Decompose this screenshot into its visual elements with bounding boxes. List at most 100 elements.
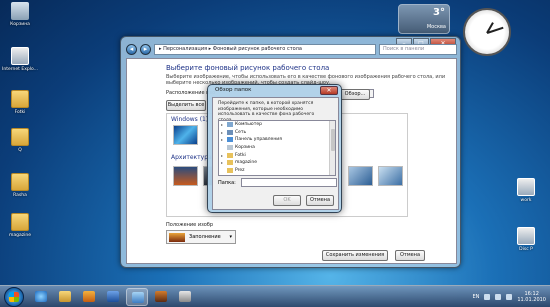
tree-item-label: Fotki	[235, 152, 246, 158]
weather-city: Москва	[426, 24, 446, 30]
position-value: Заполнение	[189, 234, 221, 240]
recycle-bin-icon	[227, 145, 233, 151]
tray-volume-icon[interactable]	[495, 294, 502, 300]
desktop-icon-fotki[interactable]: Fotki	[0, 90, 40, 115]
tree-item-magazine[interactable]: ▸ magazine	[219, 159, 335, 167]
weather-temperature: 3°	[433, 7, 445, 18]
dialog-ok-button[interactable]: OK	[273, 195, 301, 206]
word-icon	[107, 291, 119, 302]
media-player-icon	[83, 291, 95, 302]
back-button[interactable]: ◂	[126, 43, 137, 55]
forward-button[interactable]: ▸	[140, 43, 151, 55]
scrollbar-thumb[interactable]	[331, 129, 335, 151]
desktop-icon-recycle-bin[interactable]: Корзина	[0, 2, 40, 27]
recycle-bin-icon	[11, 2, 29, 20]
tree-item-fotki[interactable]: ▸ Fotki	[219, 151, 335, 159]
app-icon	[179, 291, 191, 302]
tray-flag-icon[interactable]	[506, 294, 513, 300]
desktop-icon-label: Disc P	[519, 247, 533, 252]
tree-item-computer[interactable]: ▸ Компьютер	[219, 121, 335, 129]
taskbar-control-panel[interactable]	[126, 288, 148, 306]
expand-arrow-icon: ▸	[221, 129, 224, 135]
dialog-title: Обзор папок	[215, 87, 252, 93]
wallpaper-thumb[interactable]	[173, 125, 198, 145]
tray-network-icon[interactable]	[484, 294, 491, 300]
folder-tree: ▸ Компьютер ▸ Сеть ▸ Панель управления К…	[218, 120, 336, 176]
folder-icon	[11, 213, 29, 231]
desktop-icon-label: Q	[18, 148, 22, 153]
shortcut-icon	[517, 227, 535, 245]
desktop-icon-internet-explorer[interactable]: Internet Explo...	[0, 47, 40, 72]
photos-icon	[155, 291, 167, 302]
address-bar[interactable]: ▸ Персонализация ▸ Фоновый рисунок рабоч…	[154, 43, 376, 55]
folder-input[interactable]	[241, 178, 337, 187]
folder-icon	[59, 291, 71, 302]
weather-gadget[interactable]: 3° Москва	[398, 4, 450, 34]
folder-icon	[11, 90, 29, 108]
group-architecture[interactable]: Архитектура	[171, 154, 212, 161]
windows-logo-icon	[9, 292, 19, 302]
taskbar-ie[interactable]	[30, 288, 52, 306]
folder-icon	[11, 128, 29, 146]
desktop-icon-work[interactable]: work	[506, 178, 546, 203]
language-indicator[interactable]: EN	[472, 294, 479, 300]
start-button[interactable]	[4, 287, 24, 307]
desktop-icon-label: Internet Explo...	[2, 67, 38, 72]
computer-icon	[227, 122, 233, 128]
taskbar: EN 16:12 11.01.2010	[0, 285, 550, 307]
navigation-bar: ◂ ▸ ▸ Персонализация ▸ Фоновый рисунок р…	[126, 42, 457, 56]
desktop-icon-q[interactable]: Q	[0, 128, 40, 153]
group-windows[interactable]: Windows (1)	[171, 116, 208, 123]
taskbar-photos[interactable]	[150, 288, 172, 306]
browse-button[interactable]: Обзор...	[340, 89, 370, 100]
tree-item-prez[interactable]: Prez	[219, 167, 335, 175]
tree-item-label: Панель управления	[235, 137, 282, 143]
tree-item-label: Компьютер	[235, 122, 262, 128]
position-label: Положение изобр	[166, 222, 214, 228]
tray-date: 11.01.2010	[517, 297, 546, 303]
desktop-icon-rasha[interactable]: Rasha	[0, 173, 40, 198]
desktop-icon-magazine[interactable]: magazine	[0, 213, 40, 238]
browse-folder-dialog: Обзор папок ✕ Перейдите к папке, в котор…	[207, 84, 342, 213]
position-select[interactable]: Заполнение ▾	[166, 230, 236, 244]
tree-item-recycle-bin[interactable]: Корзина	[219, 144, 335, 152]
desktop-icon-label: magazine	[9, 233, 31, 238]
shortcut-icon	[11, 47, 29, 65]
dialog-close-button[interactable]: ✕	[320, 86, 338, 95]
taskbar-media[interactable]	[78, 288, 100, 306]
taskbar-word[interactable]	[102, 288, 124, 306]
tree-item-label: magazine	[235, 160, 257, 166]
taskbar-explorer[interactable]	[54, 288, 76, 306]
expand-arrow-icon: ▸	[221, 152, 224, 158]
expand-arrow-icon: ▸	[221, 122, 224, 128]
network-icon	[227, 129, 233, 135]
system-tray: EN 16:12 11.01.2010	[472, 289, 546, 305]
search-input[interactable]: Поиск в панели	[379, 43, 457, 55]
tray-clock[interactable]: 16:12 11.01.2010	[517, 291, 546, 303]
taskbar-app[interactable]	[174, 288, 196, 306]
tree-scrollbar[interactable]	[329, 121, 335, 175]
tree-item-network[interactable]: ▸ Сеть	[219, 129, 335, 137]
position-preview-icon	[169, 233, 185, 242]
folder-icon	[11, 173, 29, 191]
control-panel-icon	[227, 137, 233, 143]
desktop-icon-label: Fotki	[14, 110, 26, 115]
folder-icon	[227, 160, 233, 166]
clock-gadget[interactable]	[463, 8, 511, 56]
tree-item-control-panel[interactable]: ▸ Панель управления	[219, 136, 335, 144]
wallpaper-thumb[interactable]	[378, 166, 403, 186]
dialog-cancel-button[interactable]: Отмена	[306, 195, 334, 206]
desktop-icon-disc-p[interactable]: Disc P	[506, 227, 546, 252]
cancel-button[interactable]: Отмена	[395, 250, 425, 261]
wallpaper-thumb[interactable]	[348, 166, 373, 186]
save-button[interactable]: Сохранить изменения	[322, 250, 388, 261]
chevron-down-icon: ▾	[229, 234, 232, 240]
expand-arrow-icon: ▸	[221, 137, 224, 143]
desktop-icon-label: Rasha	[13, 193, 27, 198]
select-all-button[interactable]: Выделить все	[166, 100, 206, 111]
folder-icon	[227, 167, 233, 173]
control-panel-icon	[132, 292, 144, 303]
wallpaper-thumb[interactable]	[173, 166, 198, 186]
dialog-body: Перейдите к папке, в которой хранятся из…	[212, 97, 339, 210]
shortcut-icon	[517, 178, 535, 196]
